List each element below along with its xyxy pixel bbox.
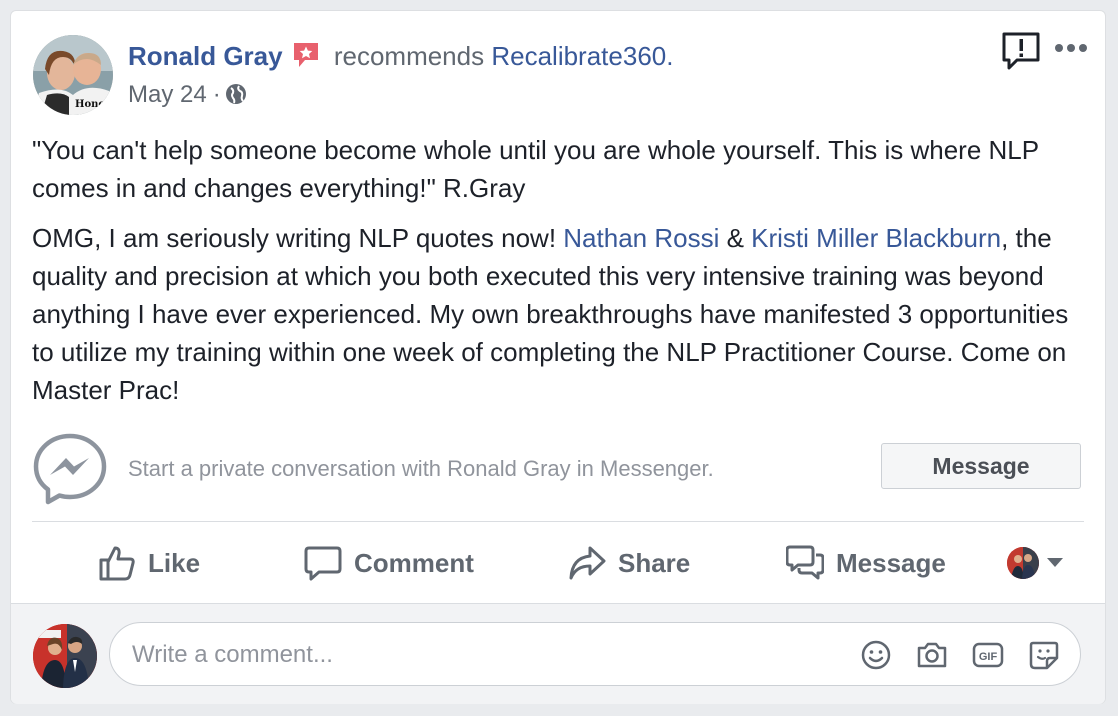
gif-icon[interactable]: GIF xyxy=(972,639,1004,671)
chevron-down-icon xyxy=(1047,558,1063,567)
comment-input[interactable] xyxy=(130,623,834,687)
message-action-label: Message xyxy=(836,547,946,578)
messenger-prompt-text: Start a private conversation with Ronald… xyxy=(128,456,714,481)
mention-kristi-miller-blackburn[interactable]: Kristi Miller Blackburn xyxy=(751,223,1001,253)
post-date[interactable]: May 24 xyxy=(128,81,207,108)
actions-divider xyxy=(32,521,1084,522)
thumbs-up-icon xyxy=(99,546,135,581)
like-button[interactable]: Like xyxy=(98,531,200,595)
recommendation-star-icon xyxy=(291,40,321,70)
share-label: Share xyxy=(618,547,691,578)
action-bar: Like Comment Share Message xyxy=(32,531,1084,595)
mention-separator: & xyxy=(719,223,752,253)
share-arrow-icon xyxy=(569,546,606,580)
svg-text:GIF: GIF xyxy=(979,651,998,663)
share-button[interactable]: Share xyxy=(568,531,690,595)
more-options-icon[interactable] xyxy=(1053,41,1089,55)
recommendation-post: Honor · H Ronald Gray recommends Recalib… xyxy=(10,10,1106,704)
comment-button[interactable]: Comment xyxy=(304,531,474,595)
post-paragraph: OMG, I am seriously writing NLP quotes n… xyxy=(32,219,1082,409)
like-label: Like xyxy=(148,547,201,578)
recommends-verb: recommends xyxy=(333,41,485,71)
comment-label: Comment xyxy=(354,547,474,578)
message-action-button[interactable]: Message xyxy=(786,531,946,595)
messenger-prompt-row: Start a private conversation with Ronald… xyxy=(32,431,1084,511)
body-intro: OMG, I am seriously writing NLP quotes n… xyxy=(32,223,564,253)
post-as-selector[interactable] xyxy=(1007,531,1075,595)
sticker-icon[interactable] xyxy=(1028,639,1060,671)
meta-separator: · xyxy=(212,81,221,108)
message-bubbles-icon xyxy=(786,545,824,580)
messenger-icon xyxy=(32,431,108,507)
author-avatar[interactable]: Honor · H xyxy=(33,35,113,115)
commenter-avatar xyxy=(33,624,97,688)
post-meta: May 24 · xyxy=(128,79,247,111)
comment-box: GIF xyxy=(109,622,1081,687)
post-quote: "You can't help someone become whole unt… xyxy=(32,135,1039,203)
author-name[interactable]: Ronald Gray xyxy=(128,41,283,71)
avatar-shirt-text: Honor · H xyxy=(75,99,113,110)
globe-icon[interactable] xyxy=(225,82,247,104)
mention-nathan-rossi[interactable]: Nathan Rossi xyxy=(563,223,719,253)
post-body: "You can't help someone become whole unt… xyxy=(32,131,1082,409)
comment-bubble-icon xyxy=(304,546,342,581)
message-button[interactable]: Message xyxy=(881,443,1081,489)
emoji-icon[interactable] xyxy=(860,639,892,671)
comment-composer: GIF xyxy=(11,603,1105,704)
report-icon[interactable] xyxy=(1001,31,1041,73)
page-link[interactable]: Recalibrate360. xyxy=(491,41,673,71)
camera-icon[interactable] xyxy=(916,639,948,671)
page-mini-avatar xyxy=(1007,547,1039,579)
post-header: Ronald Gray recommends Recalibrate360. xyxy=(128,39,673,73)
